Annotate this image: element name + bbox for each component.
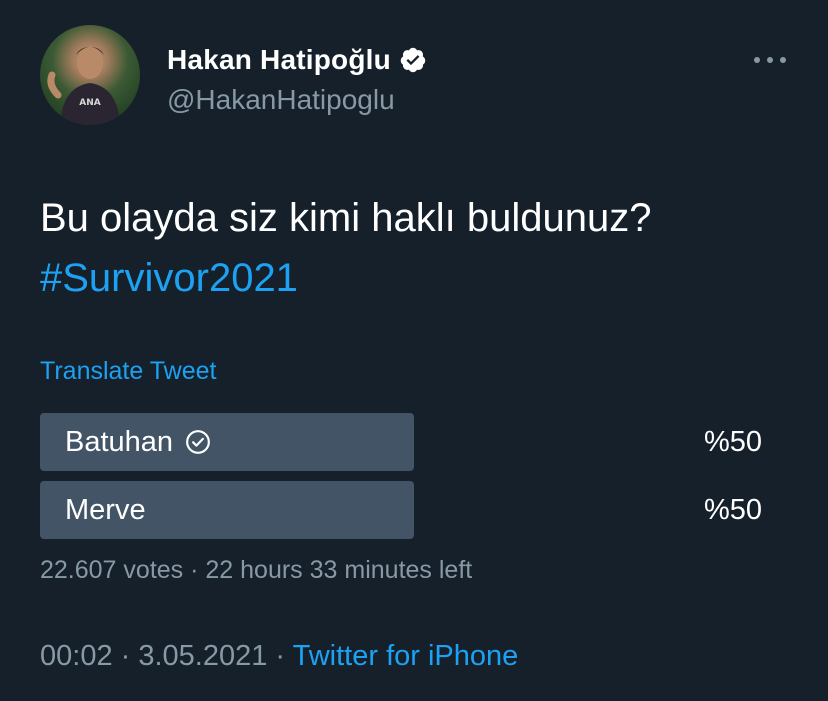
poll-option-percent: %50 <box>703 493 762 526</box>
verified-badge-icon <box>400 47 426 73</box>
poll-option-text: Batuhan <box>65 425 174 458</box>
poll-option-percent: %50 <box>703 425 762 458</box>
more-dot <box>767 57 773 63</box>
tweet-body: Bu olayda siz kimi haklı buldunuz? #Surv… <box>40 188 800 308</box>
tweet-date[interactable]: 3.05.2021 <box>138 640 267 672</box>
footer-separator: · <box>267 640 293 672</box>
tweet-time[interactable]: 00:02 <box>40 640 113 672</box>
check-circle-icon <box>186 430 210 454</box>
tweet-source-link[interactable]: Twitter for iPhone <box>293 640 519 672</box>
more-dot <box>754 57 760 63</box>
poll-option: Batuhan %50 <box>40 413 780 471</box>
poll-option-label: Merve <box>65 481 146 539</box>
poll-option: Merve %50 <box>40 481 780 539</box>
more-horizontal-icon[interactable] <box>754 52 786 68</box>
poll-option-label: Batuhan <box>65 413 211 471</box>
hashtag-link[interactable]: #Survivor2021 <box>40 248 800 308</box>
tweet-text: Bu olayda siz kimi haklı buldunuz? <box>40 196 652 240</box>
author-name-text[interactable]: Hakan Hatipoğlu <box>167 44 391 76</box>
author-handle[interactable]: @HakanHatipoglu <box>167 84 395 116</box>
more-dot <box>780 57 786 63</box>
tweet-footer: 00:02 · 3.05.2021 · Twitter for iPhone <box>40 640 518 673</box>
poll-time-left: 22 hours 33 minutes left <box>205 556 473 584</box>
tweet-card: ANA Hakan Hatipoğlu @HakanHatipoglu Bu o… <box>0 0 828 701</box>
poll-option-text: Merve <box>65 493 146 526</box>
poll-separator: · <box>183 556 206 584</box>
svg-text:ANA: ANA <box>79 98 100 108</box>
avatar[interactable]: ANA <box>40 25 140 125</box>
avatar-photo: ANA <box>47 47 120 125</box>
poll-votes: 22.607 votes <box>40 556 184 584</box>
footer-separator: · <box>112 640 139 672</box>
translate-tweet-link[interactable]: Translate Tweet <box>40 357 216 386</box>
author-display-name[interactable]: Hakan Hatipoğlu <box>167 44 427 76</box>
poll-meta: 22.607 votes · 22 hours 33 minutes left <box>40 556 472 585</box>
